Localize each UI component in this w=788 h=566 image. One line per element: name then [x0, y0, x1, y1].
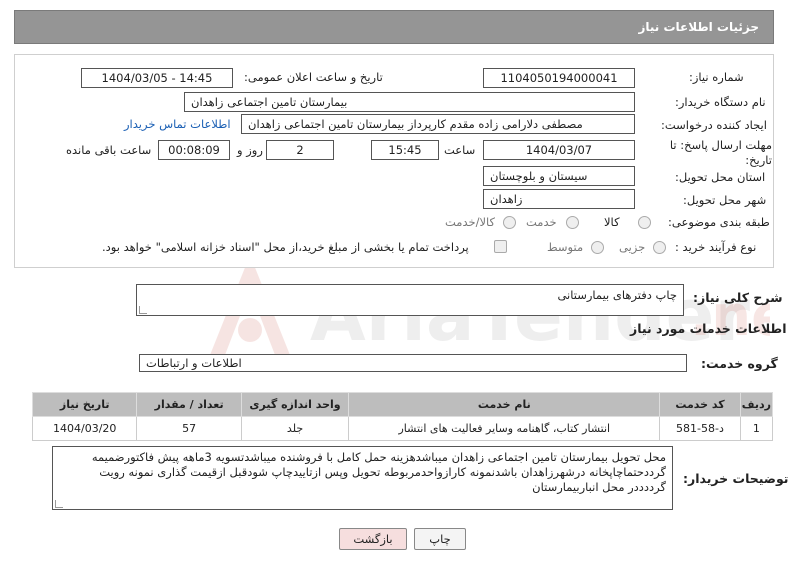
need-details-page: جزئیات اطلاعات نیاز AriaTender .net شمار…: [0, 0, 788, 566]
remaining-time-label: ساعت باقی مانده: [66, 143, 152, 157]
treasury-payment-checkbox[interactable]: [494, 240, 507, 253]
service-group-label: گروه خدمت:: [701, 356, 778, 371]
cell-date: 1404/03/20: [31, 416, 138, 441]
col-qty: تعداد / مقدار: [136, 392, 242, 417]
province-field: سیستان و بلوچستان: [483, 166, 635, 186]
category-option-goods: کالا: [604, 215, 620, 229]
cell-qty: 57: [136, 416, 242, 441]
creator-label: ایجاد کننده درخواست:: [661, 118, 767, 132]
category-option-goods-service: کالا/خدمت: [445, 215, 496, 229]
need-number-field: 1104050194000041: [483, 68, 635, 88]
cell-name: انتشار کتاب، گاهنامه وسایر فعالیت های ان…: [348, 416, 661, 441]
category-radio-goods[interactable]: [638, 216, 651, 229]
services-table-header: ردیف کد خدمت نام خدمت واحد اندازه گیری ت…: [31, 392, 774, 417]
category-radio-goods-service[interactable]: [503, 216, 516, 229]
resize-grip-icon: [55, 500, 63, 508]
deadline-date-field: 1404/03/07: [483, 140, 635, 160]
col-date: تاریخ نیاز: [31, 392, 138, 417]
buyer-org-label: نام دستگاه خریدار:: [675, 95, 766, 109]
col-name: نام خدمت: [348, 392, 661, 417]
page-header: جزئیات اطلاعات نیاز: [14, 10, 774, 44]
remaining-time-field: 00:08:09: [158, 140, 230, 160]
need-summary-label: شرح کلی نیاز:: [693, 290, 783, 305]
print-button[interactable]: چاپ: [414, 528, 466, 550]
need-summary-text: چاپ دفترهای بیمارستانی: [557, 288, 677, 302]
col-unit: واحد اندازه گیری: [240, 392, 350, 417]
purchase-type-label: نوع فرآیند خرید :: [675, 240, 757, 254]
buyer-notes-label: توضیحات خریدار:: [683, 471, 788, 486]
back-button[interactable]: بازگشت: [339, 528, 407, 550]
category-option-service: خدمت: [526, 215, 557, 229]
category-label: طبقه بندی موضوعی:: [668, 215, 770, 229]
treasury-payment-note: پرداخت تمام یا بخشی از مبلغ خرید،از محل …: [102, 240, 469, 254]
cell-row: 1: [739, 416, 774, 441]
purchase-radio-minor[interactable]: [653, 241, 666, 254]
city-label: شهر محل تحویل:: [683, 193, 767, 207]
need-number-label: شماره نیاز:: [689, 70, 744, 84]
resize-grip-icon: [139, 306, 147, 314]
table-row: 1 د-58-581 انتشار کتاب، گاهنامه وسایر فع…: [31, 416, 774, 441]
page-title: جزئیات اطلاعات نیاز: [638, 20, 759, 34]
purchase-radio-medium[interactable]: [591, 241, 604, 254]
city-field: زاهدان: [483, 189, 635, 209]
category-radio-service[interactable]: [566, 216, 579, 229]
cell-unit: جلد: [240, 416, 350, 441]
deadline-hour-label: ساعت: [444, 143, 476, 157]
creator-field: مصطفی دلارامی زاده مقدم کارپرداز بیمارست…: [241, 114, 635, 134]
announce-datetime-field: 1404/03/05 - 14:45: [81, 68, 233, 88]
services-table: ردیف کد خدمت نام خدمت واحد اندازه گیری ت…: [31, 392, 774, 441]
buyer-notes-field: محل تحویل بیمارستان تامین اجتماعی زاهدان…: [52, 446, 673, 510]
col-code: کد خدمت: [659, 392, 741, 417]
cell-code: د-58-581: [659, 416, 741, 441]
deadline-hour-field: 15:45: [371, 140, 439, 160]
buyer-contact-link[interactable]: اطلاعات تماس خریدار: [124, 117, 231, 131]
need-summary-field: چاپ دفترهای بیمارستانی: [136, 284, 684, 316]
col-row: ردیف: [739, 392, 774, 417]
service-group-field: اطلاعات و ارتباطات: [139, 354, 687, 372]
buyer-org-field: بیمارستان تامین اجتماعی زاهدان: [184, 92, 635, 112]
purchase-option-minor: جزیی: [619, 240, 646, 254]
deadline-label: مهلت ارسال پاسخ: تا تاریخ:: [669, 138, 772, 167]
purchase-option-medium: متوسط: [547, 240, 584, 254]
days-label: روز و: [237, 143, 263, 157]
remaining-days-field: 2: [266, 140, 334, 160]
announce-datetime-label: تاریخ و ساعت اعلان عمومی:: [244, 70, 383, 84]
buyer-notes-text: محل تحویل بیمارستان تامین اجتماعی زاهدان…: [91, 450, 666, 494]
services-section-title: اطلاعات خدمات مورد نیاز: [630, 321, 787, 336]
province-label: استان محل تحویل:: [675, 170, 766, 184]
